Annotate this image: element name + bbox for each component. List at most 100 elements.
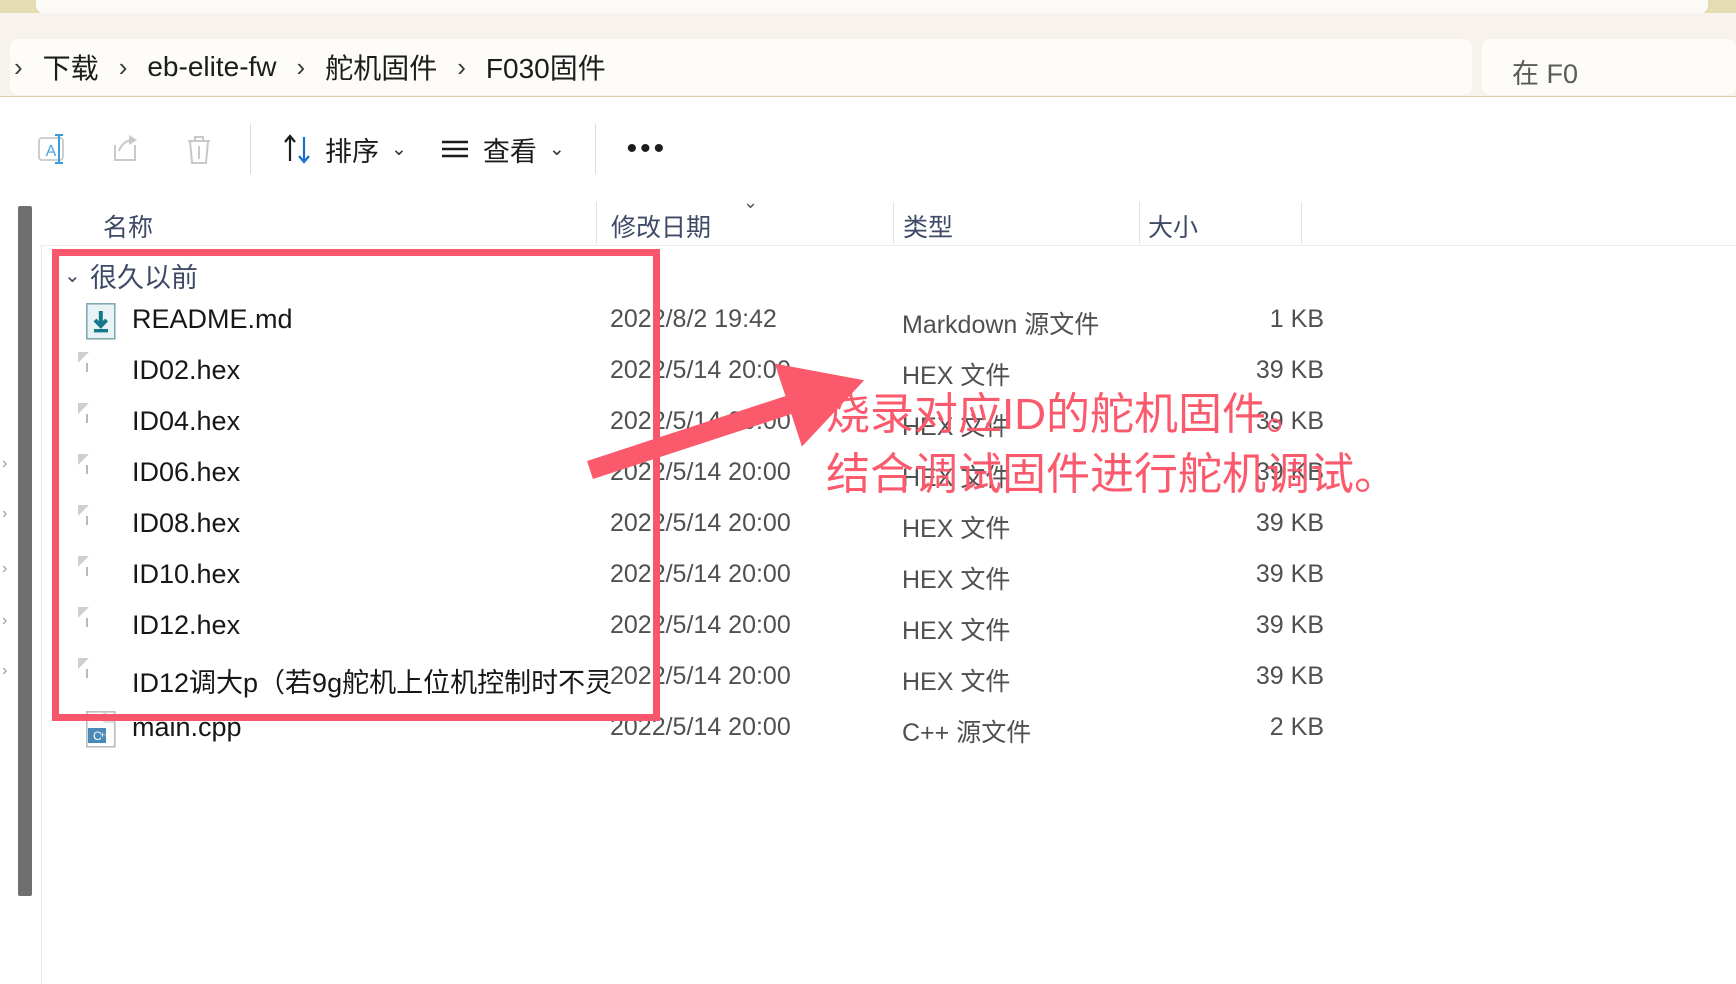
file-name[interactable]: ID12.hex <box>132 610 240 641</box>
file-date: 2022/8/2 19:42 <box>610 305 777 333</box>
file-type: C++ 源文件 <box>902 719 1032 747</box>
column-divider[interactable] <box>893 202 894 244</box>
sort-indicator-icon: ⌄ <box>743 192 759 212</box>
file-date: 2022/5/14 20:00 <box>610 560 791 588</box>
trash-icon <box>188 136 210 164</box>
column-divider[interactable] <box>596 202 597 244</box>
file-name[interactable]: ID04.hex <box>132 406 240 437</box>
markdown-download-icon <box>86 303 120 341</box>
file-size: 39 KB <box>1255 560 1324 588</box>
file-name[interactable]: ID12调大p（若9g舵机上位机控制时不灵敏用... <box>132 661 612 700</box>
file-type: HEX 文件 <box>902 566 1011 594</box>
breadcrumb: › 下载 › eb-elite-fw › 舵机固件 › F030固件 <box>0 41 612 93</box>
cpp-source-icon: C ++ <box>86 710 120 749</box>
blank-document-icon <box>86 353 120 392</box>
blank-document-icon <box>86 404 120 443</box>
sort-icon <box>284 134 310 164</box>
annotation-line-2: 结合调试固件进行舵机调试。 <box>826 450 1398 499</box>
ellipsis-icon: ••• <box>626 132 668 165</box>
file-name[interactable]: ID08.hex <box>132 508 240 539</box>
rail-chevron-icon[interactable]: › <box>2 455 7 473</box>
breadcrumb-item-3[interactable]: F030固件 <box>480 45 612 89</box>
view-label: 查看 <box>482 136 537 167</box>
file-type: Markdown 源文件 <box>902 311 1100 339</box>
annotation-line-1: 烧录对应ID的舵机固件。 <box>826 390 1310 439</box>
table-row[interactable]: README.md 2022/8/2 19:42 Markdown 源文件 1 … <box>42 296 1736 347</box>
file-date: 2022/5/14 20:00 <box>610 356 791 384</box>
rail-chevron-icon[interactable]: › <box>2 662 7 680</box>
search-input[interactable]: 在 F0 <box>1512 52 1578 91</box>
file-type: HEX 文件 <box>902 668 1011 696</box>
chevron-down-icon: ⌄ <box>548 138 565 160</box>
chevron-right-icon: › <box>14 52 23 82</box>
column-header-type[interactable]: 类型 <box>903 208 953 244</box>
column-header-size[interactable]: 大小 <box>1148 208 1198 244</box>
column-header-name[interactable]: 名称 <box>103 208 153 244</box>
table-row[interactable]: ID08.hex 2022/5/14 20:00 HEX 文件 39 KB <box>42 500 1736 551</box>
group-header-row[interactable]: ⌄ 很久以前 <box>42 254 1736 296</box>
blank-document-icon <box>86 506 120 545</box>
file-name[interactable]: ID10.hex <box>132 559 240 590</box>
view-list-icon <box>441 140 468 158</box>
more-options-button[interactable]: ••• <box>610 118 684 180</box>
file-size: 39 KB <box>1255 509 1324 537</box>
file-size: 2 KB <box>1269 713 1324 741</box>
file-date: 2022/5/14 20:00 <box>610 713 791 741</box>
chevron-right-icon: › <box>296 52 306 82</box>
file-name[interactable]: ID06.hex <box>132 457 240 488</box>
blank-document-icon <box>86 455 120 494</box>
svg-text:++: ++ <box>100 730 111 740</box>
toolbar-divider <box>250 124 251 174</box>
file-date: 2022/5/14 20:00 <box>610 509 791 537</box>
file-date: 2022/5/14 20:00 <box>610 611 791 639</box>
column-divider[interactable] <box>1139 202 1140 244</box>
breadcrumb-item-0[interactable]: 下载 <box>37 45 105 89</box>
browser-tab[interactable] <box>36 0 1708 14</box>
file-date: 2022/5/14 20:00 <box>610 407 791 435</box>
file-name[interactable]: main.cpp <box>132 712 242 743</box>
breadcrumb-item-2[interactable]: 舵机固件 <box>319 45 443 89</box>
file-date: 2022/5/14 20:00 <box>610 662 791 690</box>
file-type: HEX 文件 <box>902 617 1011 645</box>
column-divider[interactable] <box>1301 202 1302 244</box>
toolbar-divider <box>594 124 596 174</box>
command-bar: A 排序 ⌄ 查看 ⌄ ••• <box>0 96 1736 200</box>
share-button[interactable] <box>88 118 162 180</box>
table-row[interactable]: ID12.hex 2022/5/14 20:00 HEX 文件 39 KB <box>42 602 1736 653</box>
address-bar: 在 F0 › 下载 › eb-elite-fw › 舵机固件 › F030固件 <box>0 13 1736 96</box>
file-type: HEX 文件 <box>902 515 1011 543</box>
file-size: 39 KB <box>1255 662 1324 690</box>
table-row[interactable]: ID10.hex 2022/5/14 20:00 HEX 文件 39 KB <box>42 551 1736 602</box>
file-date: 2022/5/14 20:00 <box>610 458 791 486</box>
sort-button[interactable]: 排序 ⌄ <box>265 118 423 180</box>
blank-document-icon <box>86 659 120 698</box>
search-box[interactable]: 在 F0 <box>1482 39 1736 95</box>
file-name[interactable]: README.md <box>132 304 293 335</box>
svg-text:A: A <box>46 143 57 160</box>
chevron-down-icon[interactable]: ⌄ <box>64 263 90 288</box>
rail-chevron-icon[interactable]: › <box>2 505 7 523</box>
share-icon <box>114 135 137 161</box>
rename-icon: A <box>38 134 64 164</box>
delete-button[interactable] <box>162 118 236 180</box>
title-bar <box>0 0 1736 14</box>
sort-label: 排序 <box>325 136 379 167</box>
chevron-right-icon: › <box>457 52 466 82</box>
rail-chevron-icon[interactable]: › <box>2 612 7 630</box>
table-row[interactable]: ID12调大p（若9g舵机上位机控制时不灵敏用... 2022/5/14 20:… <box>42 653 1736 704</box>
vertical-scrollbar[interactable] <box>18 206 32 896</box>
chevron-down-icon: ⌄ <box>391 138 407 160</box>
column-header-date[interactable]: 修改日期 <box>611 208 711 244</box>
rename-button[interactable]: A <box>14 118 88 180</box>
table-row[interactable]: C ++ main.cpp 2022/5/14 20:00 C++ 源文件 2 … <box>42 704 1736 755</box>
breadcrumb-item-1[interactable]: eb-elite-fw <box>141 49 282 85</box>
view-button[interactable]: 查看 ⌄ <box>423 118 581 180</box>
chevron-right-icon: › <box>118 52 128 82</box>
group-header-label: 很久以前 <box>90 262 198 293</box>
column-header-row: 名称 ⌄ 修改日期 类型 大小 <box>0 192 1736 246</box>
file-name[interactable]: ID02.hex <box>132 355 240 386</box>
file-size: 39 KB <box>1255 356 1324 384</box>
file-size: 1 KB <box>1269 305 1324 333</box>
file-size: 39 KB <box>1255 611 1324 639</box>
rail-chevron-icon[interactable]: › <box>2 560 7 578</box>
